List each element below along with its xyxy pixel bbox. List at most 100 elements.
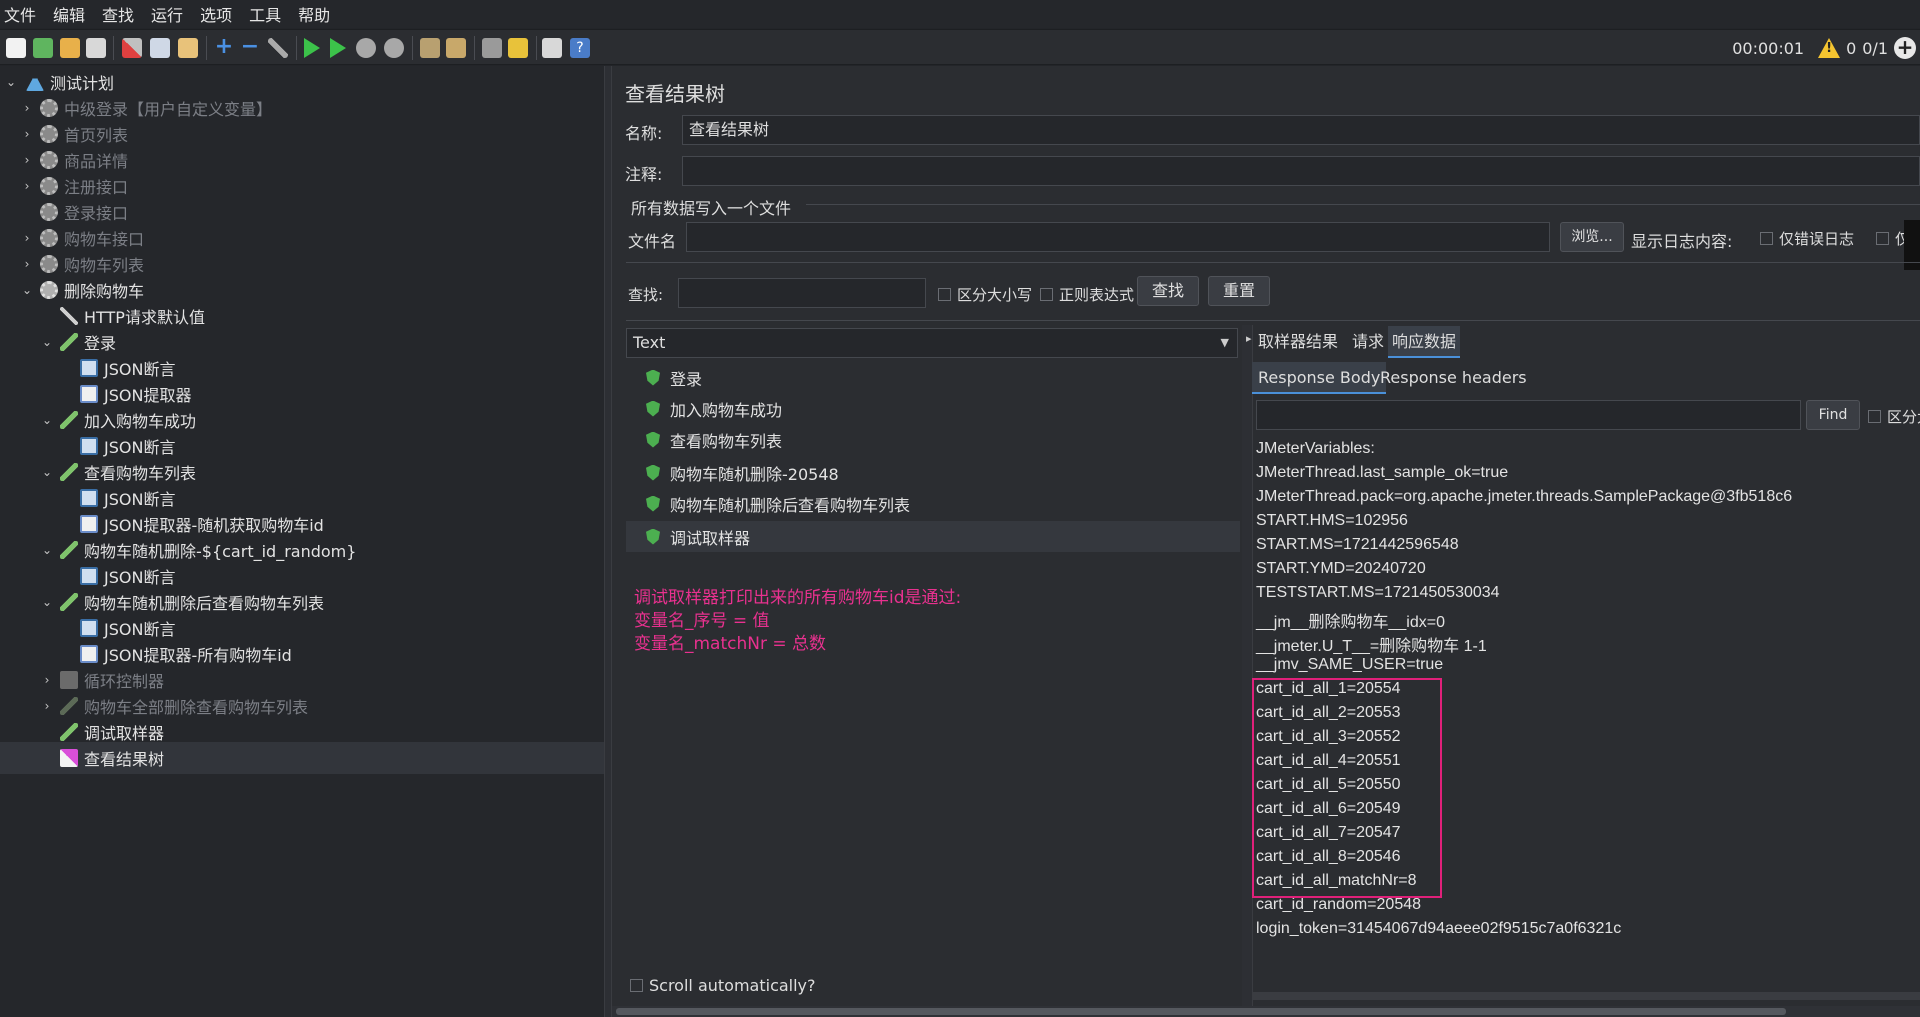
result-item[interactable]: 查看购物车列表 [626, 424, 1240, 455]
extractor-icon [80, 385, 98, 403]
sampler-icon [60, 411, 78, 429]
regex-checkbox[interactable]: 正则表达式 [1040, 284, 1134, 305]
chevron-down-icon[interactable]: ⌄ [4, 75, 18, 89]
response-search-input[interactable] [1256, 400, 1801, 430]
open-icon[interactable] [60, 38, 80, 58]
menu-tools[interactable]: 工具 [249, 2, 281, 26]
response-find-button[interactable]: Find [1806, 400, 1860, 430]
new-icon[interactable] [6, 38, 26, 58]
shutdown-icon[interactable] [384, 38, 404, 58]
scroll-automatically-checkbox[interactable]: Scroll automatically? [630, 976, 816, 995]
tab-response-data[interactable]: 响应数据 [1388, 326, 1461, 358]
chevron-right-icon[interactable]: › [20, 257, 34, 271]
start-no-pause-icon[interactable] [330, 38, 346, 58]
chevron-down-icon[interactable]: ⌄ [40, 413, 54, 427]
menu-options[interactable]: 选项 [200, 2, 232, 26]
success-shield-icon [646, 464, 660, 481]
menu-help[interactable]: 帮助 [298, 2, 330, 26]
chevron-right-icon[interactable]: › [40, 699, 54, 713]
sampler-icon [60, 541, 78, 559]
scroll-left-icon[interactable]: ▸ [1246, 332, 1252, 345]
panel-title: 查看结果树 [625, 82, 725, 106]
panel-hscrollbar-thumb[interactable] [616, 1008, 1786, 1015]
tree-node-selected[interactable]: 查看结果树 [0, 742, 604, 774]
clear-all-icon[interactable] [446, 38, 466, 58]
function-helper-icon[interactable] [542, 38, 562, 58]
assertion-icon [80, 437, 98, 455]
sampler-icon [60, 463, 78, 481]
tab-request[interactable]: 请求 [1348, 326, 1388, 358]
tab-sampler-result[interactable]: 取样器结果 [1254, 326, 1342, 358]
find-button[interactable]: 查找 [1137, 276, 1199, 306]
gear-icon [40, 203, 58, 221]
result-item[interactable]: 登录 [626, 362, 1240, 393]
collapse-icon[interactable]: − [240, 36, 260, 58]
menu-search[interactable]: 查找 [102, 2, 134, 26]
remote-start-icon[interactable]: + [1894, 37, 1916, 59]
chevron-right-icon[interactable]: › [20, 101, 34, 115]
gear-icon [40, 151, 58, 169]
name-field[interactable]: 查看结果树 [682, 115, 1920, 145]
tab-response-headers[interactable]: Response headers [1376, 362, 1531, 394]
clear-icon[interactable] [420, 38, 440, 58]
cut-icon[interactable] [122, 38, 142, 58]
start-icon[interactable] [304, 38, 320, 58]
extractor-icon [80, 645, 98, 663]
copy-icon[interactable] [150, 38, 170, 58]
response-body-text: JMeterVariables: JMeterThread.last_sampl… [1252, 436, 1920, 994]
chevron-down-icon[interactable]: ⌄ [40, 335, 54, 349]
chevron-down-icon[interactable]: ⌄ [40, 465, 54, 479]
menu-bar: 文件 编辑 查找 运行 选项 工具 帮助 [0, 0, 1920, 28]
menu-file[interactable]: 文件 [4, 2, 36, 26]
wrench-icon [60, 307, 78, 325]
case-sensitive-checkbox[interactable]: 区分大小写 [938, 284, 1032, 305]
browse-button[interactable]: 浏览... [1560, 222, 1624, 252]
chevron-down-icon[interactable]: ⌄ [40, 595, 54, 609]
renderer-select[interactable]: Text ▼ [626, 328, 1238, 358]
save-icon[interactable] [86, 38, 106, 58]
chevron-down-icon[interactable]: ⌄ [20, 283, 34, 297]
splitter-mid[interactable] [626, 320, 1920, 321]
chevron-right-icon[interactable]: › [20, 231, 34, 245]
sampler-icon [60, 723, 78, 741]
comment-field[interactable] [682, 156, 1920, 186]
search-input[interactable] [678, 278, 926, 308]
status-area: 00:00:01 0 0/1 + [1732, 37, 1916, 59]
menu-edit[interactable]: 编辑 [53, 2, 85, 26]
chevron-right-icon[interactable]: › [20, 179, 34, 193]
search-icon[interactable] [482, 38, 502, 58]
reset-search-icon[interactable] [508, 38, 528, 58]
toggle-icon[interactable] [268, 38, 288, 58]
result-item[interactable]: 购物车随机删除-20548 [626, 457, 1240, 488]
chevron-down-icon[interactable]: ⌄ [40, 543, 54, 557]
extractor-icon [80, 515, 98, 533]
tree-splitter[interactable] [604, 66, 612, 1017]
flask-icon [26, 73, 44, 91]
response-case-checkbox[interactable]: 区分大 [1868, 406, 1920, 427]
paste-icon[interactable] [178, 38, 198, 58]
expand-icon[interactable]: + [214, 36, 234, 58]
reset-button[interactable]: 重置 [1208, 276, 1270, 306]
results-splitter[interactable] [1242, 325, 1252, 1017]
result-item[interactable]: 加入购物车成功 [626, 393, 1240, 424]
templates-icon[interactable] [33, 38, 53, 58]
listener-graph-icon [60, 749, 78, 767]
panel-hscrollbar-track[interactable] [612, 1006, 1920, 1017]
response-hscrollbar[interactable] [1252, 992, 1920, 1000]
help-icon[interactable]: ? [570, 38, 590, 58]
chevron-right-icon[interactable]: › [20, 127, 34, 141]
stop-icon[interactable] [356, 38, 376, 58]
warning-count: 0 [1846, 38, 1857, 58]
errors-only-checkbox[interactable]: 仅错误日志 [1760, 228, 1854, 249]
result-item-selected[interactable]: 调试取样器 [626, 521, 1240, 552]
toolbar: + − ? 00:00:01 0 0/1 + [0, 29, 1920, 65]
result-item[interactable]: 购物车随机删除后查看购物车列表 [626, 488, 1240, 519]
filename-label: 文件名 [628, 232, 677, 251]
warning-icon[interactable] [1818, 38, 1841, 58]
menu-run[interactable]: 运行 [151, 2, 183, 26]
chevron-right-icon[interactable]: › [40, 673, 54, 687]
chevron-right-icon[interactable]: › [20, 153, 34, 167]
splitter-top[interactable] [626, 262, 1920, 268]
filename-input[interactable] [686, 222, 1550, 252]
tab-response-body[interactable]: Response Body [1252, 362, 1387, 394]
